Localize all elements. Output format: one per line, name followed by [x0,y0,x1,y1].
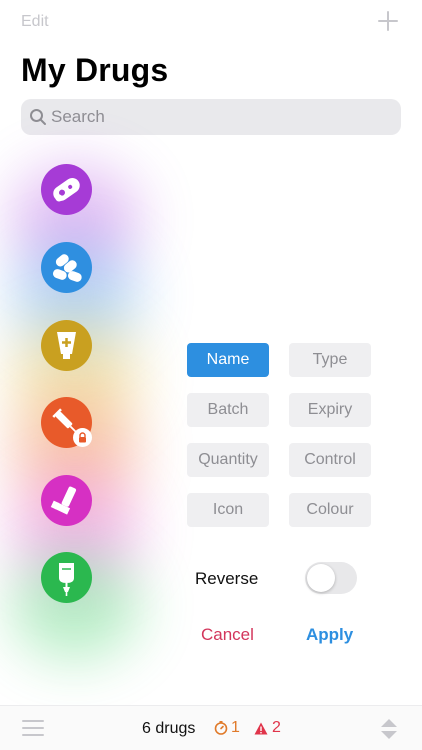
toggle-knob [307,564,335,592]
add-drug-button[interactable] [376,9,400,33]
sort-option-icon[interactable]: Icon [187,493,269,527]
sort-option-expiry[interactable]: Expiry [289,393,371,427]
timer-icon [214,721,228,735]
search-input[interactable] [51,99,391,135]
menu-button[interactable] [22,719,44,737]
cream-tube-icon [41,320,92,371]
drug-list [0,150,160,660]
reverse-toggle[interactable] [305,562,357,594]
expiry-count: 1 [231,719,240,736]
sort-toggle-button[interactable] [380,718,398,740]
sort-option-control[interactable]: Control [289,443,371,477]
edit-button[interactable]: Edit [21,13,49,31]
magnifier-icon [30,109,46,125]
drug-item[interactable] [41,164,92,215]
drug-count: 6 drugs [142,720,196,737]
sort-panel: Name Type Batch Expiry Quantity Control Icon Co… [180,340,420,660]
warning-count: 2 [272,719,281,736]
sort-option-colour[interactable]: Colour [289,493,371,527]
drug-item[interactable] [41,552,92,603]
inhaler-icon [41,475,92,526]
bacteria-icon [41,164,92,215]
top-bar: Edit [0,0,422,50]
sort-option-batch[interactable]: Batch [187,393,269,427]
apply-button[interactable]: Apply [306,625,353,645]
iv-bag-icon [41,552,92,603]
warning-badge[interactable]: 2 [254,719,281,737]
cancel-button[interactable]: Cancel [201,625,254,645]
warning-icon [254,722,268,734]
hamburger-icon [22,720,44,736]
drug-item[interactable] [41,242,92,293]
drug-item[interactable] [41,320,92,371]
page-title: My Drugs [21,52,169,88]
sort-arrows-icon [381,719,397,739]
sort-option-quantity[interactable]: Quantity [187,443,269,477]
sort-option-name[interactable]: Name [187,343,269,377]
lock-badge [73,428,92,447]
lock-icon [79,432,86,443]
drug-item[interactable] [41,475,92,526]
reverse-label: Reverse [195,569,259,588]
sort-option-type[interactable]: Type [289,343,371,377]
bottom-toolbar: 6 drugs 1 2 [0,705,422,750]
plus-icon [378,11,398,31]
search-bar[interactable] [21,99,401,135]
expiry-badge[interactable]: 1 [214,719,240,737]
pills-icon [41,242,92,293]
